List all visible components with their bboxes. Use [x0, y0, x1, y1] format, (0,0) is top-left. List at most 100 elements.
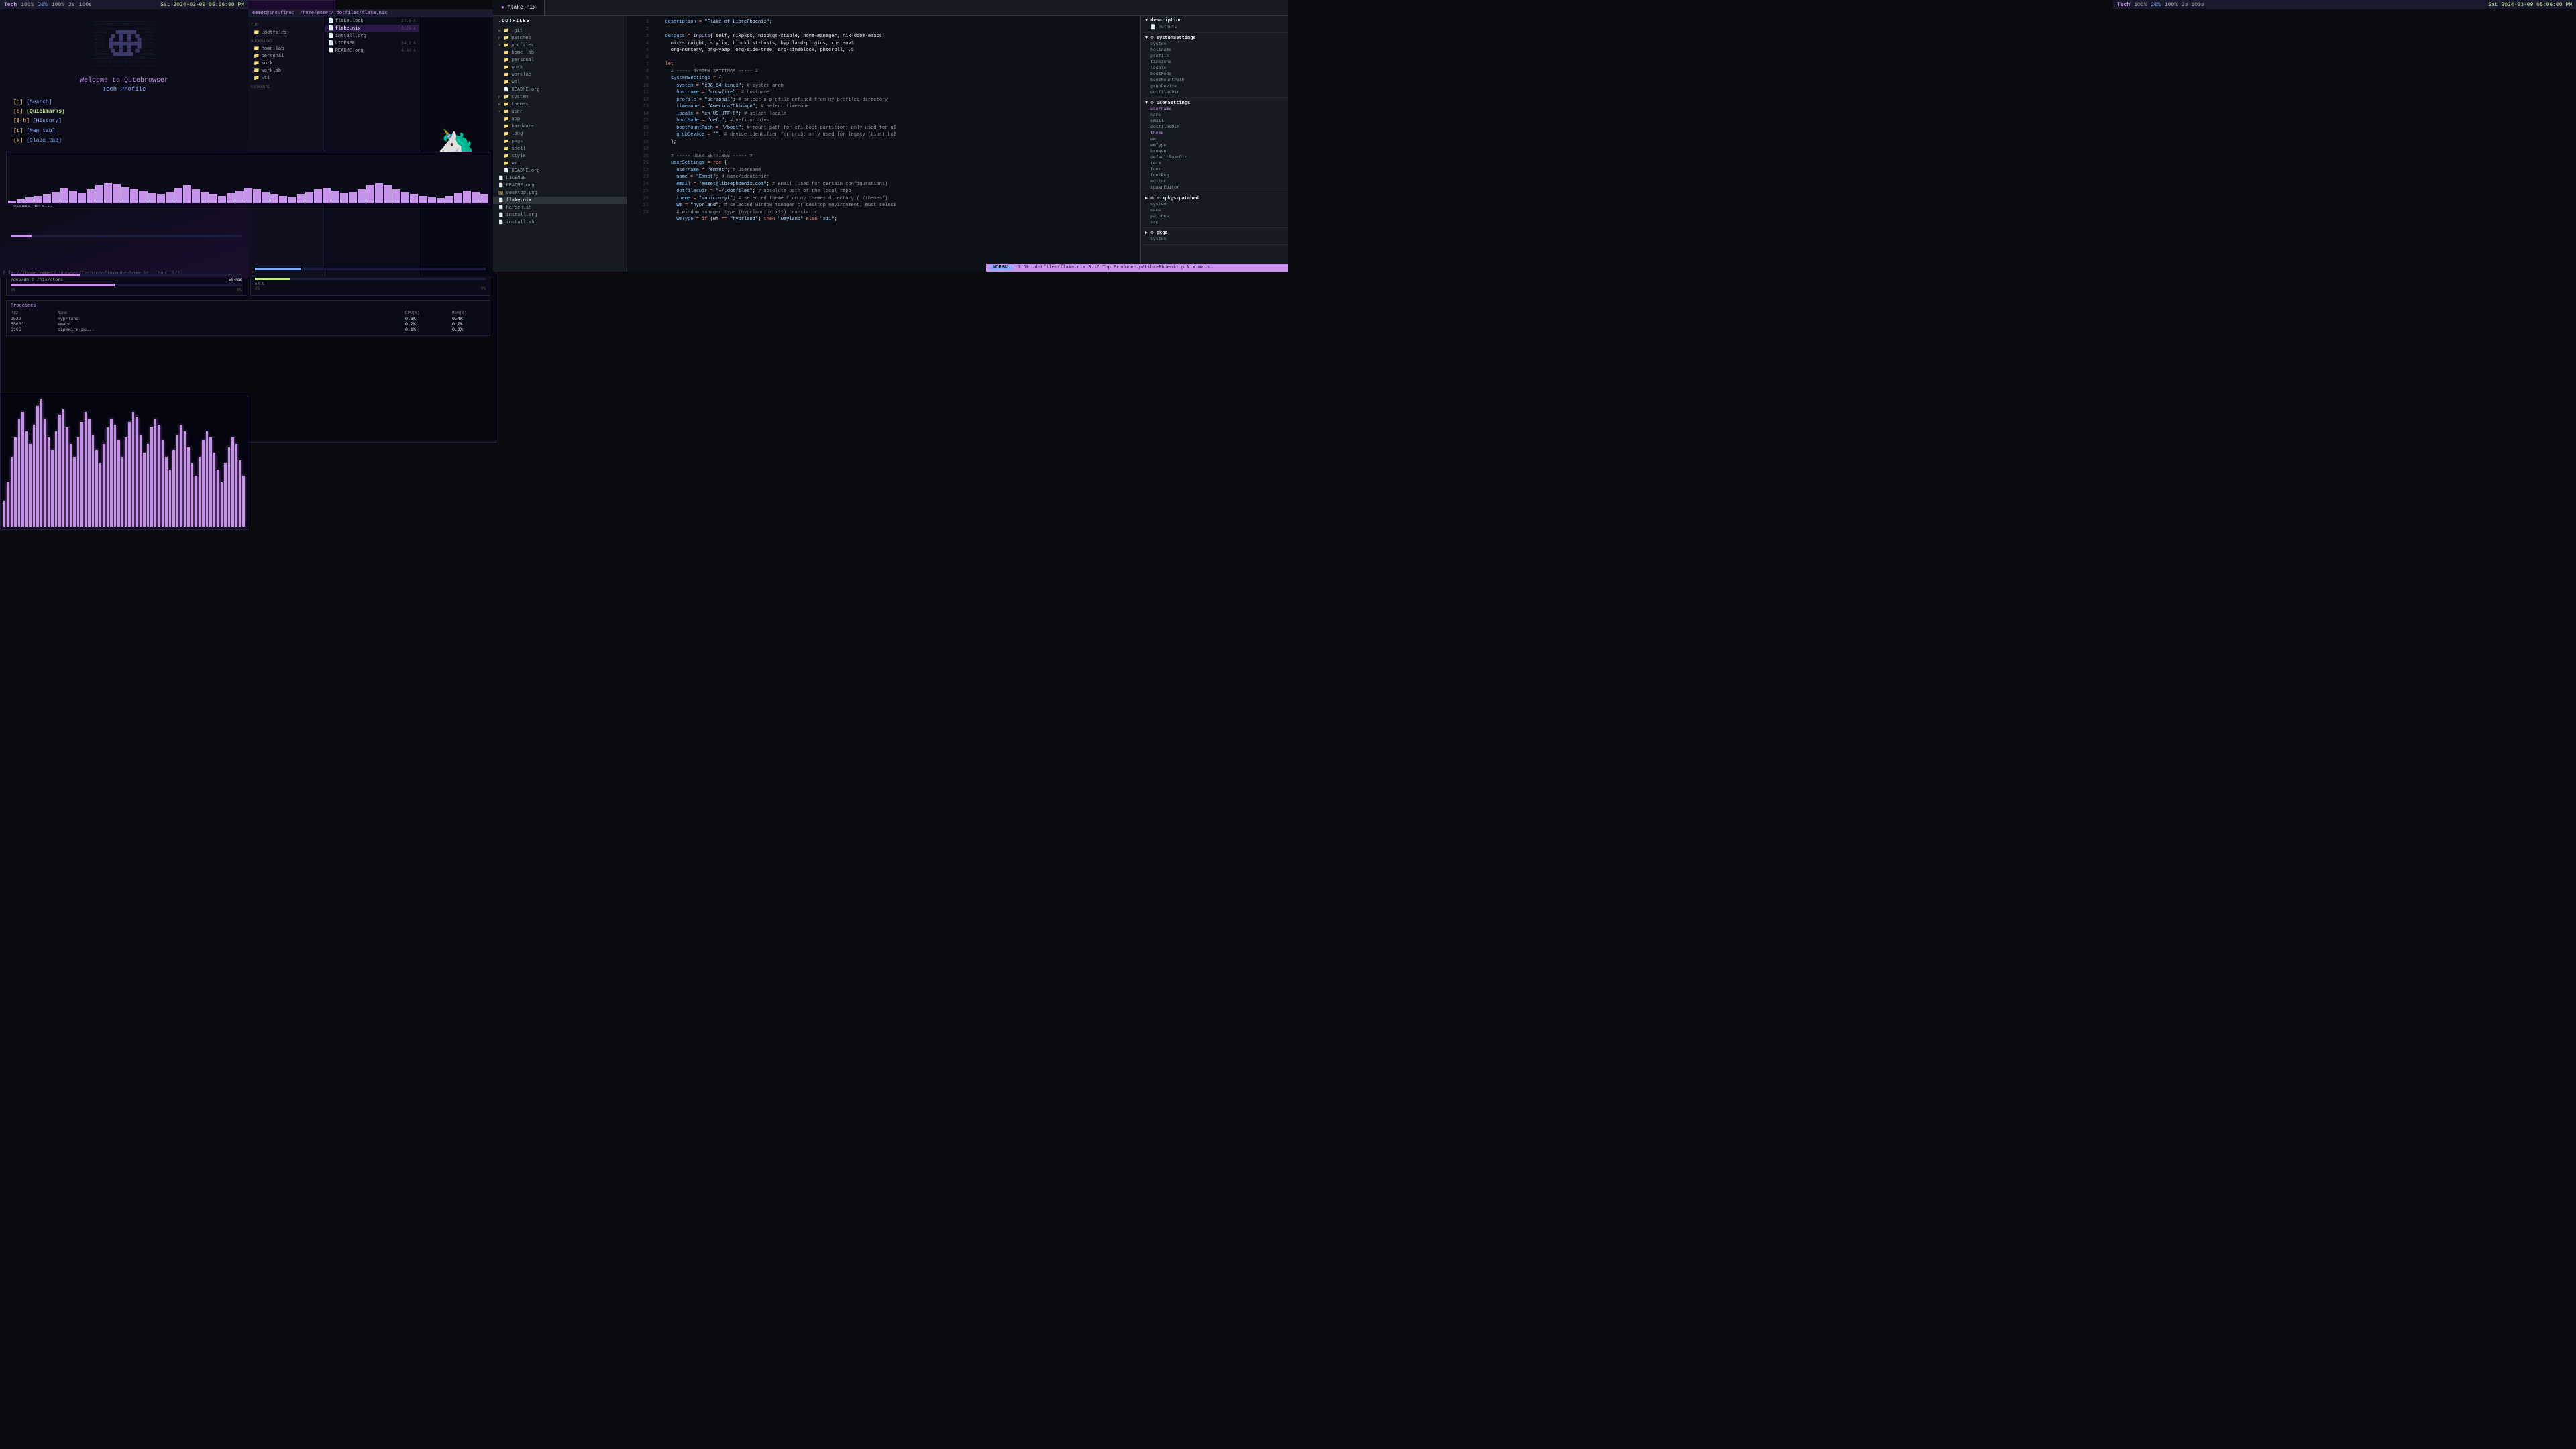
cpu-bar	[139, 191, 147, 203]
erp-sys-system[interactable]: system	[1145, 41, 1284, 47]
sidebar-license[interactable]: 📄 LICENSE	[493, 174, 627, 182]
erp-pkgs-system[interactable]: system	[1145, 236, 1284, 242]
erp-sys-bootmount[interactable]: bootMountPath	[1145, 77, 1284, 83]
vis-bar	[206, 431, 208, 527]
sidebar-profiles[interactable]: ▼ 📁 profiles	[493, 42, 627, 49]
fm-sidebar-personal[interactable]: 📁 personal	[251, 52, 322, 60]
erp-user-dotfilesdir[interactable]: dotfilesDir	[1145, 124, 1284, 130]
sidebar-user-wm[interactable]: 📁 wm	[493, 160, 627, 167]
sidebar-patches[interactable]: ▶ 📁 patches	[493, 34, 627, 42]
erp-sys-dotfiles[interactable]: dotfilesDir	[1145, 89, 1284, 95]
fm-sidebar-wsl[interactable]: 📁 wsl	[251, 74, 322, 82]
sidebar-user-hardware[interactable]: 📁 hardware	[493, 123, 627, 130]
erp-nixpkgs-system[interactable]: system	[1145, 201, 1284, 207]
erp-nixpkgs-patches[interactable]: patches	[1145, 213, 1284, 219]
erp-nixpkgs-src[interactable]: src	[1145, 219, 1284, 225]
erp-user-header[interactable]: ▼ ⚙ userSettings	[1145, 100, 1284, 106]
sb-cpu: 20%	[38, 2, 47, 8]
vis-bar	[55, 431, 57, 527]
cpu-bar	[472, 192, 480, 203]
cpu-bar	[454, 193, 462, 203]
erp-user-name[interactable]: name	[1145, 112, 1284, 118]
sidebar-hardensh[interactable]: 📄 harden.sh	[493, 204, 627, 211]
editor-status-info: 7.5k .dotfiles/flake.nix 3:10 Top Produc…	[1018, 265, 1210, 270]
sidebar-user-style[interactable]: 📁 style	[493, 152, 627, 160]
sidebar-system[interactable]: ▶ 📁 system	[493, 93, 627, 101]
qb-menu-history[interactable]: [$ h] [History]	[13, 117, 235, 126]
fm-sidebar-dotfiles[interactable]: 📁 .dotfiles	[251, 29, 322, 36]
editor-tab-flakenix[interactable]: ● flake.nix	[493, 0, 545, 15]
sidebar-user-shell[interactable]: 📁 shell	[493, 145, 627, 152]
sidebar-user-readme[interactable]: 📄 README.org	[493, 167, 627, 174]
cpu-bar	[104, 183, 112, 203]
erp-sys-hostname[interactable]: hostname	[1145, 47, 1284, 53]
qb-ascii-art: ............................... ...----:…	[0, 9, 248, 72]
cpu-bar	[323, 188, 331, 203]
sidebar-profiles-wsl[interactable]: 📁 wsl	[493, 78, 627, 86]
erp-user-username[interactable]: username	[1145, 106, 1284, 112]
qb-profile-text: Tech Profile	[0, 86, 248, 93]
fm-sidebar-homelab[interactable]: 📁 home lab	[251, 45, 322, 52]
qb-menu-search[interactable]: [o] [Search]	[13, 98, 235, 107]
cpu-bar	[428, 197, 436, 203]
sidebar-installsh[interactable]: 📄 install.sh	[493, 219, 627, 226]
erp-user-editor[interactable]: editor	[1145, 178, 1284, 184]
erp-user-wm[interactable]: wm	[1145, 136, 1284, 142]
sidebar-profiles-readme[interactable]: 📄 README.org	[493, 86, 627, 93]
erp-sys-locale[interactable]: locale	[1145, 65, 1284, 71]
erp-sys-profile[interactable]: profile	[1145, 53, 1284, 59]
erp-sys-header[interactable]: ▼ ⚙ systemSettings	[1145, 35, 1284, 41]
sidebar-user-lang[interactable]: 📁 lang	[493, 130, 627, 138]
vis-bar	[221, 482, 223, 527]
erp-sys-timezone[interactable]: timezone	[1145, 59, 1284, 65]
sidebar-readme[interactable]: 📄 README.org	[493, 182, 627, 189]
erp-outputs[interactable]: 📄 outputs	[1145, 23, 1284, 30]
erp-user-fontpkg[interactable]: fontPkg	[1145, 172, 1284, 178]
vis-bar	[224, 463, 226, 527]
sidebar-themes[interactable]: ▶ 📁 themes	[493, 101, 627, 108]
vis-bar	[66, 427, 68, 527]
sidebar-profiles-worklab[interactable]: 📁 worklab	[493, 71, 627, 78]
qb-menu-quickmarks[interactable]: [b] [Quickmarks]	[13, 107, 235, 117]
qb-menu-newtab[interactable]: [t] [New tab]	[13, 127, 235, 136]
erp-user-font[interactable]: font	[1145, 166, 1284, 172]
erp-user-theme[interactable]: theme	[1145, 130, 1284, 136]
erp-user-term[interactable]: term	[1145, 160, 1284, 166]
erp-user-wmtype[interactable]: wmType	[1145, 142, 1284, 148]
fm-file-readmeorg[interactable]: 📄 README.org 4.40 K	[325, 47, 419, 54]
sidebar-git[interactable]: ▶ 📁 .git	[493, 27, 627, 34]
vis-bar	[48, 437, 50, 527]
erp-nixpkgs-header[interactable]: ▶ ⚙ nixpkgs-patched	[1145, 195, 1284, 201]
erp-sys-bootmode[interactable]: bootMode	[1145, 71, 1284, 77]
fm-file-installorg[interactable]: 📄 install.org	[325, 32, 419, 40]
cpu-bar	[331, 191, 339, 203]
erp-user-spawned[interactable]: spawnEditor	[1145, 184, 1284, 191]
editor-main: .DOTFILES ▶ 📁 .git ▶ 📁 patches ▼ 📁 profi…	[493, 16, 1288, 272]
sidebar-user-app[interactable]: 📁 app	[493, 115, 627, 123]
fm-sidebar-work[interactable]: 📁 work	[251, 60, 322, 67]
erp-sys-grub[interactable]: grubDevice	[1145, 83, 1284, 89]
vis-bar	[158, 425, 160, 527]
cpu-bar	[419, 196, 427, 203]
sidebar-flakenix[interactable]: 📄 flake.nix	[493, 197, 627, 204]
sidebar-profiles-personal[interactable]: 📁 personal	[493, 56, 627, 64]
sidebar-user[interactable]: ▼ 📁 user	[493, 108, 627, 115]
erp-pkgs-header[interactable]: ▶ ⚙ pkgs	[1145, 230, 1284, 236]
erp-user-browser[interactable]: browser	[1145, 148, 1284, 154]
sidebar-profiles-homelab[interactable]: 📁 home lab	[493, 49, 627, 56]
qb-menu-closetab[interactable]: [x] [Close tab]	[13, 136, 235, 146]
fm-file-flakenix[interactable]: 📄 flake.nix 2.26 K	[325, 25, 419, 32]
fm-file-license[interactable]: 📄 LICENSE 34.2 K	[325, 40, 419, 47]
sidebar-profiles-work[interactable]: 📁 work	[493, 64, 627, 71]
fm-sidebar-worklab[interactable]: 📁 worklab	[251, 67, 322, 74]
erp-user-roamdir[interactable]: defaultRoamDir	[1145, 154, 1284, 160]
cpu-bar	[279, 196, 287, 203]
vis-bar	[18, 419, 20, 527]
erp-nixpkgs-name[interactable]: name	[1145, 207, 1284, 213]
sidebar-user-pkgs[interactable]: 📁 pkgs	[493, 138, 627, 145]
sidebar-desktop-png[interactable]: 🖼 desktop.png	[493, 189, 627, 197]
sidebar-installorg[interactable]: 📄 install.org	[493, 211, 627, 219]
fm-file-flakelock[interactable]: 📄 flake.lock 27.5 K	[325, 17, 419, 25]
erp-desc-header[interactable]: ▼ description	[1145, 18, 1284, 23]
erp-user-email[interactable]: email	[1145, 118, 1284, 124]
